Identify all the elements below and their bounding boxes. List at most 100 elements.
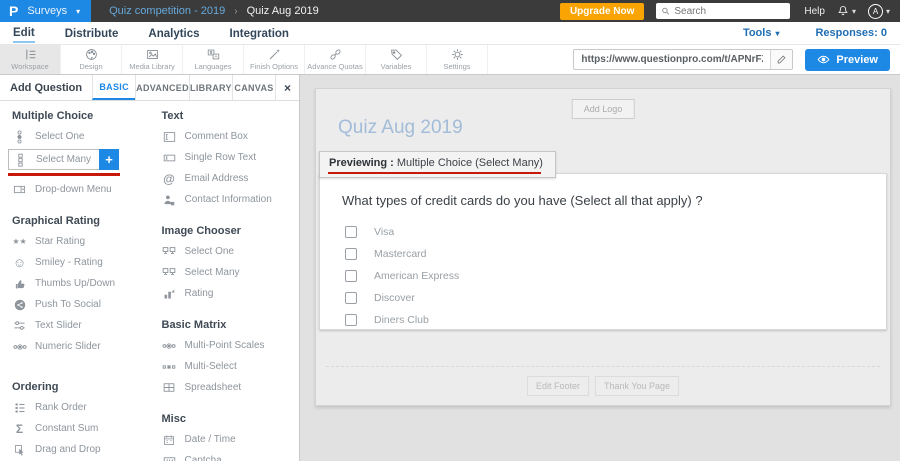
menubar: Edit Distribute Analytics Integration To…	[0, 22, 900, 45]
panel-title: Add Question	[0, 75, 92, 100]
section-heading: Misc	[162, 413, 300, 425]
upgrade-now-button[interactable]: Upgrade Now	[560, 3, 644, 20]
svg-text:A: A	[214, 54, 217, 59]
qtype-image-select-many[interactable]: Select Many	[150, 262, 300, 283]
previewing-header: Previewing : Multiple Choice (Select Man…	[319, 151, 556, 178]
qtype-text-slider[interactable]: Text Slider	[0, 315, 150, 336]
add-question-tabs: Add Question BASIC ADVANCED LIBRARY CANV…	[0, 75, 299, 101]
qtype-email-address[interactable]: @ Email Address	[150, 168, 300, 189]
chevron-down-icon: ▾	[775, 29, 779, 38]
calendar-icon	[162, 434, 177, 446]
sigma-icon: Σ	[12, 422, 27, 436]
section-heading: Basic Matrix	[162, 319, 300, 331]
survey-toolbar: Workspace Design Media Library A Languag…	[0, 45, 900, 75]
qtype-dropdown-menu[interactable]: Drop-down Menu	[0, 179, 150, 200]
edit-footer-button[interactable]: Edit Footer	[527, 376, 589, 396]
qtype-smiley-rating[interactable]: ☺ Smiley - Rating	[0, 252, 150, 273]
tab-library[interactable]: LIBRARY	[189, 75, 232, 100]
qtype-image-select-one[interactable]: Select One	[150, 241, 300, 262]
qtype-multi-select[interactable]: Multi-Select	[150, 356, 300, 377]
qtype-select-many[interactable]: Select Many +	[8, 149, 100, 170]
tab-analytics[interactable]: Analytics	[148, 25, 199, 42]
toolbar-design[interactable]: Design	[61, 45, 122, 74]
qtype-drag-and-drop[interactable]: Drag and Drop	[0, 439, 150, 460]
tab-advanced[interactable]: ADVANCED	[135, 75, 189, 100]
checkbox-mastercard[interactable]	[345, 248, 357, 260]
image-pair-icon	[162, 246, 177, 257]
checkbox-discover[interactable]	[345, 292, 357, 304]
qtype-multi-point-scales[interactable]: Multi-Point Scales	[150, 335, 300, 356]
notifications-menu[interactable]: ▾	[837, 5, 856, 17]
qtype-numeric-slider[interactable]: Numeric Slider	[0, 336, 150, 357]
qtype-comment-box[interactable]: Comment Box	[150, 126, 300, 147]
qtype-constant-sum[interactable]: Σ Constant Sum	[0, 418, 150, 439]
tag-icon	[390, 48, 403, 61]
qtype-image-rating[interactable]: Rating	[150, 283, 300, 304]
survey-title[interactable]: Quiz Aug 2019	[338, 117, 463, 139]
qtype-rank-order[interactable]: Rank Order	[0, 397, 150, 418]
media-icon	[146, 48, 159, 61]
tab-edit[interactable]: Edit	[13, 24, 35, 43]
responses-count[interactable]: Responses: 0	[815, 27, 887, 39]
toolbar-media-library[interactable]: Media Library	[122, 45, 183, 74]
add-logo-button[interactable]: Add Logo	[572, 99, 635, 119]
qtype-thumbs-up-down[interactable]: Thumbs Up/Down	[0, 273, 150, 294]
checkbox-list-icon	[13, 153, 28, 167]
chevron-down-icon: ▾	[852, 7, 856, 16]
toolbar-languages[interactable]: A Languages	[183, 45, 244, 74]
toolbar-workspace[interactable]: Workspace	[0, 45, 61, 74]
footer-divider	[326, 366, 880, 367]
qtype-contact-information[interactable]: Contact Information	[150, 189, 300, 210]
contact-icon	[162, 194, 177, 206]
breadcrumb-parent[interactable]: Quiz competition - 2019	[109, 5, 225, 17]
options-list: Visa Mastercard American Express Discove…	[345, 221, 886, 331]
surveys-menu[interactable]: P Surveys ▾	[0, 0, 91, 22]
checkbox-visa[interactable]	[345, 226, 357, 238]
previewing-underline	[328, 172, 541, 174]
image-pair-icon	[162, 267, 177, 278]
option-row: Mastercard	[345, 243, 886, 265]
checkbox-american-express[interactable]	[345, 270, 357, 282]
qtype-push-to-social[interactable]: Push To Social	[0, 294, 150, 315]
chevron-down-icon: ▾	[886, 7, 890, 16]
chain-icon	[329, 48, 342, 61]
toolbar-finish-options[interactable]: Finish Options	[244, 45, 305, 74]
close-panel-button[interactable]: ×	[275, 75, 299, 100]
qtype-spreadsheet[interactable]: Spreadsheet	[150, 377, 300, 398]
tab-basic[interactable]: BASIC	[92, 75, 135, 100]
qtype-star-rating[interactable]: ★★ Star Rating	[0, 231, 150, 252]
account-menu[interactable]: A ▾	[868, 4, 890, 19]
survey-url-input[interactable]	[574, 50, 770, 69]
qtype-select-one[interactable]: Select One	[0, 126, 150, 147]
tab-canvas[interactable]: CANVAS	[232, 75, 275, 100]
preview-button[interactable]: Preview	[805, 49, 890, 71]
toolbar-variables[interactable]: Variables	[366, 45, 427, 74]
checkbox-diners-club[interactable]	[345, 314, 357, 326]
multi-point-icon	[162, 341, 177, 351]
option-row: Visa	[345, 221, 886, 243]
thank-you-page-button[interactable]: Thank You Page	[595, 376, 679, 396]
qtype-single-row-text[interactable]: Single Row Text	[150, 147, 300, 168]
spreadsheet-icon	[162, 382, 177, 393]
add-select-many-button[interactable]: +	[99, 149, 119, 170]
captcha-icon	[162, 456, 177, 461]
question-card: What types of credit cards do you have (…	[319, 173, 887, 330]
search-input[interactable]	[674, 6, 785, 17]
wand-icon	[268, 48, 281, 61]
toolbar-settings[interactable]: Settings	[427, 45, 488, 74]
search-box[interactable]	[656, 3, 790, 19]
text-slider-icon	[12, 320, 27, 331]
qtype-date-time[interactable]: Date / Time	[150, 429, 300, 450]
tab-distribute[interactable]: Distribute	[65, 25, 119, 42]
previewing-value: Multiple Choice (Select Many)	[397, 157, 543, 169]
tab-integration[interactable]: Integration	[230, 25, 289, 42]
help-link[interactable]: Help	[804, 6, 825, 17]
section-text: Text Comment Box Single Row Text @ Email…	[150, 110, 300, 210]
tools-menu[interactable]: Tools▾	[743, 27, 780, 39]
edit-url-button[interactable]	[770, 50, 792, 69]
previewing-label: Previewing :	[329, 157, 394, 169]
toolbar-advance-quotas[interactable]: Advance Quotas	[305, 45, 366, 74]
breadcrumb-current: Quiz Aug 2019	[247, 5, 319, 17]
at-icon: @	[162, 172, 177, 186]
qtype-captcha[interactable]: Captcha	[150, 450, 300, 461]
